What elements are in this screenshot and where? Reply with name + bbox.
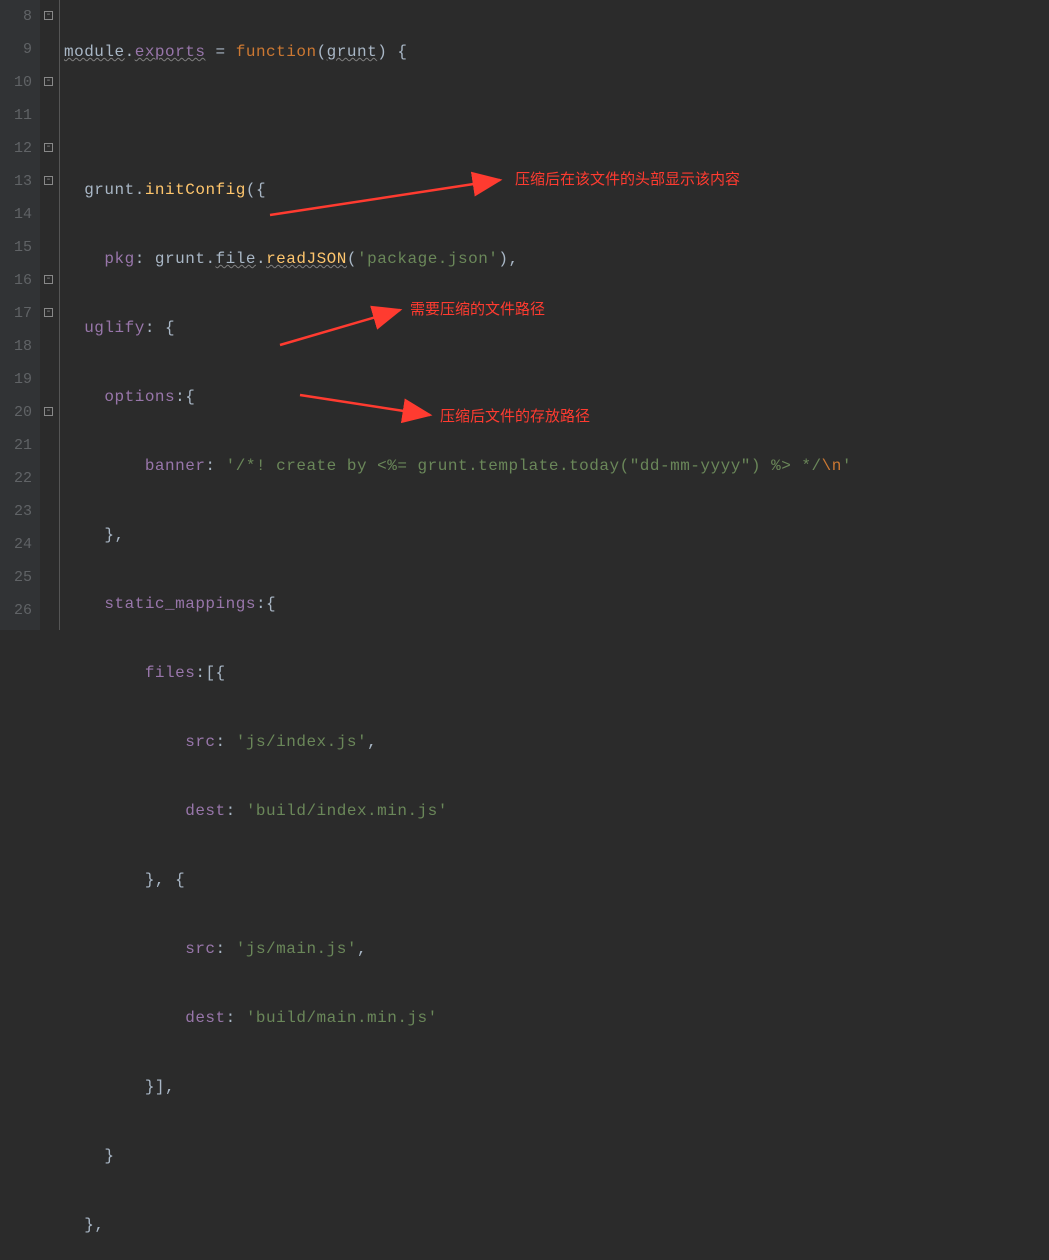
line-number: 13: [0, 165, 32, 198]
fold-toggle-icon[interactable]: [44, 308, 53, 317]
line-number-gutter: 8 9 10 11 12 13 14 15 16 17 18 19 20 21 …: [0, 0, 40, 630]
fold-toggle-icon[interactable]: [44, 275, 53, 284]
code-line: src: 'js/main.js',: [64, 933, 1049, 966]
code-editor[interactable]: 8 9 10 11 12 13 14 15 16 17 18 19 20 21 …: [0, 0, 1049, 630]
line-number: 26: [0, 594, 32, 627]
code-line: options:{: [64, 381, 1049, 414]
line-number: 22: [0, 462, 32, 495]
line-number: 12: [0, 132, 32, 165]
code-line: files:[{: [64, 657, 1049, 690]
line-number: 20: [0, 396, 32, 429]
line-number: 21: [0, 429, 32, 462]
fold-toggle-icon[interactable]: [44, 176, 53, 185]
code-line: banner: '/*! create by <%= grunt.templat…: [64, 450, 1049, 483]
line-number: 19: [0, 363, 32, 396]
line-number: 10: [0, 66, 32, 99]
fold-toggle-icon[interactable]: [44, 143, 53, 152]
line-number: 16: [0, 264, 32, 297]
code-line: dest: 'build/main.min.js': [64, 1002, 1049, 1035]
line-number: 24: [0, 528, 32, 561]
code-line: },: [64, 1209, 1049, 1242]
code-line: src: 'js/index.js',: [64, 726, 1049, 759]
code-line: grunt.initConfig({: [64, 174, 1049, 207]
code-line: dest: 'build/index.min.js': [64, 795, 1049, 828]
fold-toggle-icon[interactable]: [44, 77, 53, 86]
code-line: },: [64, 519, 1049, 552]
code-line: }: [64, 1140, 1049, 1173]
line-number: 23: [0, 495, 32, 528]
line-number: 11: [0, 99, 32, 132]
line-number: 25: [0, 561, 32, 594]
fold-toggle-icon[interactable]: [44, 407, 53, 416]
fold-toggle-icon[interactable]: [44, 11, 53, 20]
code-line: pkg: grunt.file.readJSON('package.json')…: [64, 243, 1049, 276]
code-line: [64, 105, 1049, 138]
code-line: module.exports = function(grunt) {: [64, 36, 1049, 69]
code-line: }],: [64, 1071, 1049, 1104]
line-number: 8: [0, 0, 32, 33]
code-line: uglify: {: [64, 312, 1049, 345]
line-number: 9: [0, 33, 32, 66]
line-number: 15: [0, 231, 32, 264]
fold-column: [40, 0, 60, 630]
line-number: 17: [0, 297, 32, 330]
line-number: 18: [0, 330, 32, 363]
code-line: }, {: [64, 864, 1049, 897]
code-line: static_mappings:{: [64, 588, 1049, 621]
code-area[interactable]: module.exports = function(grunt) { grunt…: [60, 0, 1049, 630]
line-number: 14: [0, 198, 32, 231]
